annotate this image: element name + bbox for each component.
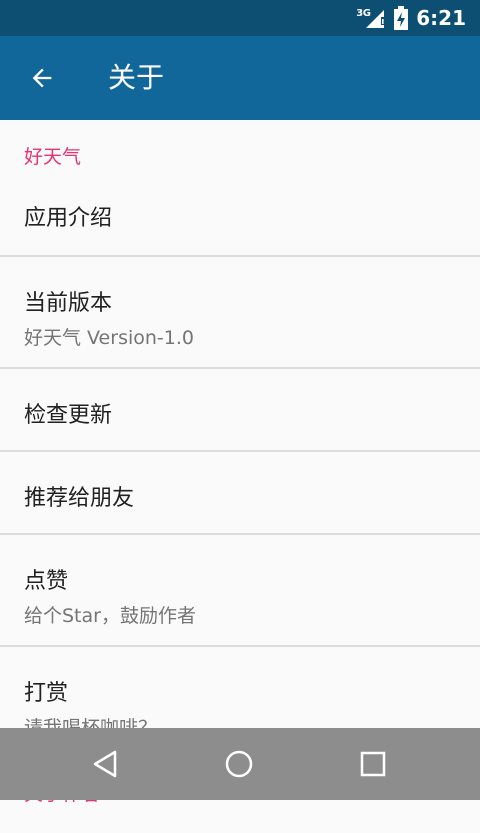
pref-title: 打赏: [24, 681, 69, 706]
signal-icon: 3G: [356, 6, 386, 30]
pref-title: 当前版本: [24, 291, 113, 316]
status-bar: 3G 6:21: [0, 0, 480, 36]
navigation-bar: [0, 728, 480, 800]
status-icons: 3G 6:21: [356, 0, 466, 36]
pref-title: 应用介绍: [24, 206, 113, 231]
app-bar: 关于: [0, 36, 480, 120]
pref-app-intro[interactable]: 应用介绍: [0, 196, 480, 255]
pref-summary: 好天气 Version-1.0: [24, 327, 194, 349]
pref-title: 推荐给朋友: [24, 486, 135, 511]
status-time: 6:21: [416, 6, 466, 30]
back-button[interactable]: [18, 54, 66, 102]
nav-back-button[interactable]: [66, 728, 146, 800]
home-circle-icon: [225, 750, 253, 778]
back-triangle-icon: [93, 750, 117, 778]
battery-icon: [394, 6, 409, 30]
preference-list: 好天气 应用介绍 当前版本 好天气 Version-1.0 检查更新 推荐给朋友…: [0, 120, 480, 833]
pref-recommend[interactable]: 推荐给朋友: [0, 452, 480, 533]
pref-title: 检查更新: [24, 403, 113, 428]
pref-summary: 给个Star，鼓励作者: [24, 605, 196, 627]
pref-current-version[interactable]: 当前版本 好天气 Version-1.0: [0, 257, 480, 367]
page-title: 关于: [108, 61, 165, 94]
category-app: 好天气: [24, 146, 82, 168]
pref-star[interactable]: 点赞 给个Star，鼓励作者: [0, 535, 480, 645]
nav-home-button[interactable]: [199, 728, 279, 800]
recents-square-icon: [360, 751, 386, 777]
arrow-back-icon: [32, 68, 52, 88]
pref-title: 点赞: [24, 569, 69, 594]
nav-recents-button[interactable]: [333, 728, 413, 800]
pref-check-update[interactable]: 检查更新: [0, 369, 480, 450]
